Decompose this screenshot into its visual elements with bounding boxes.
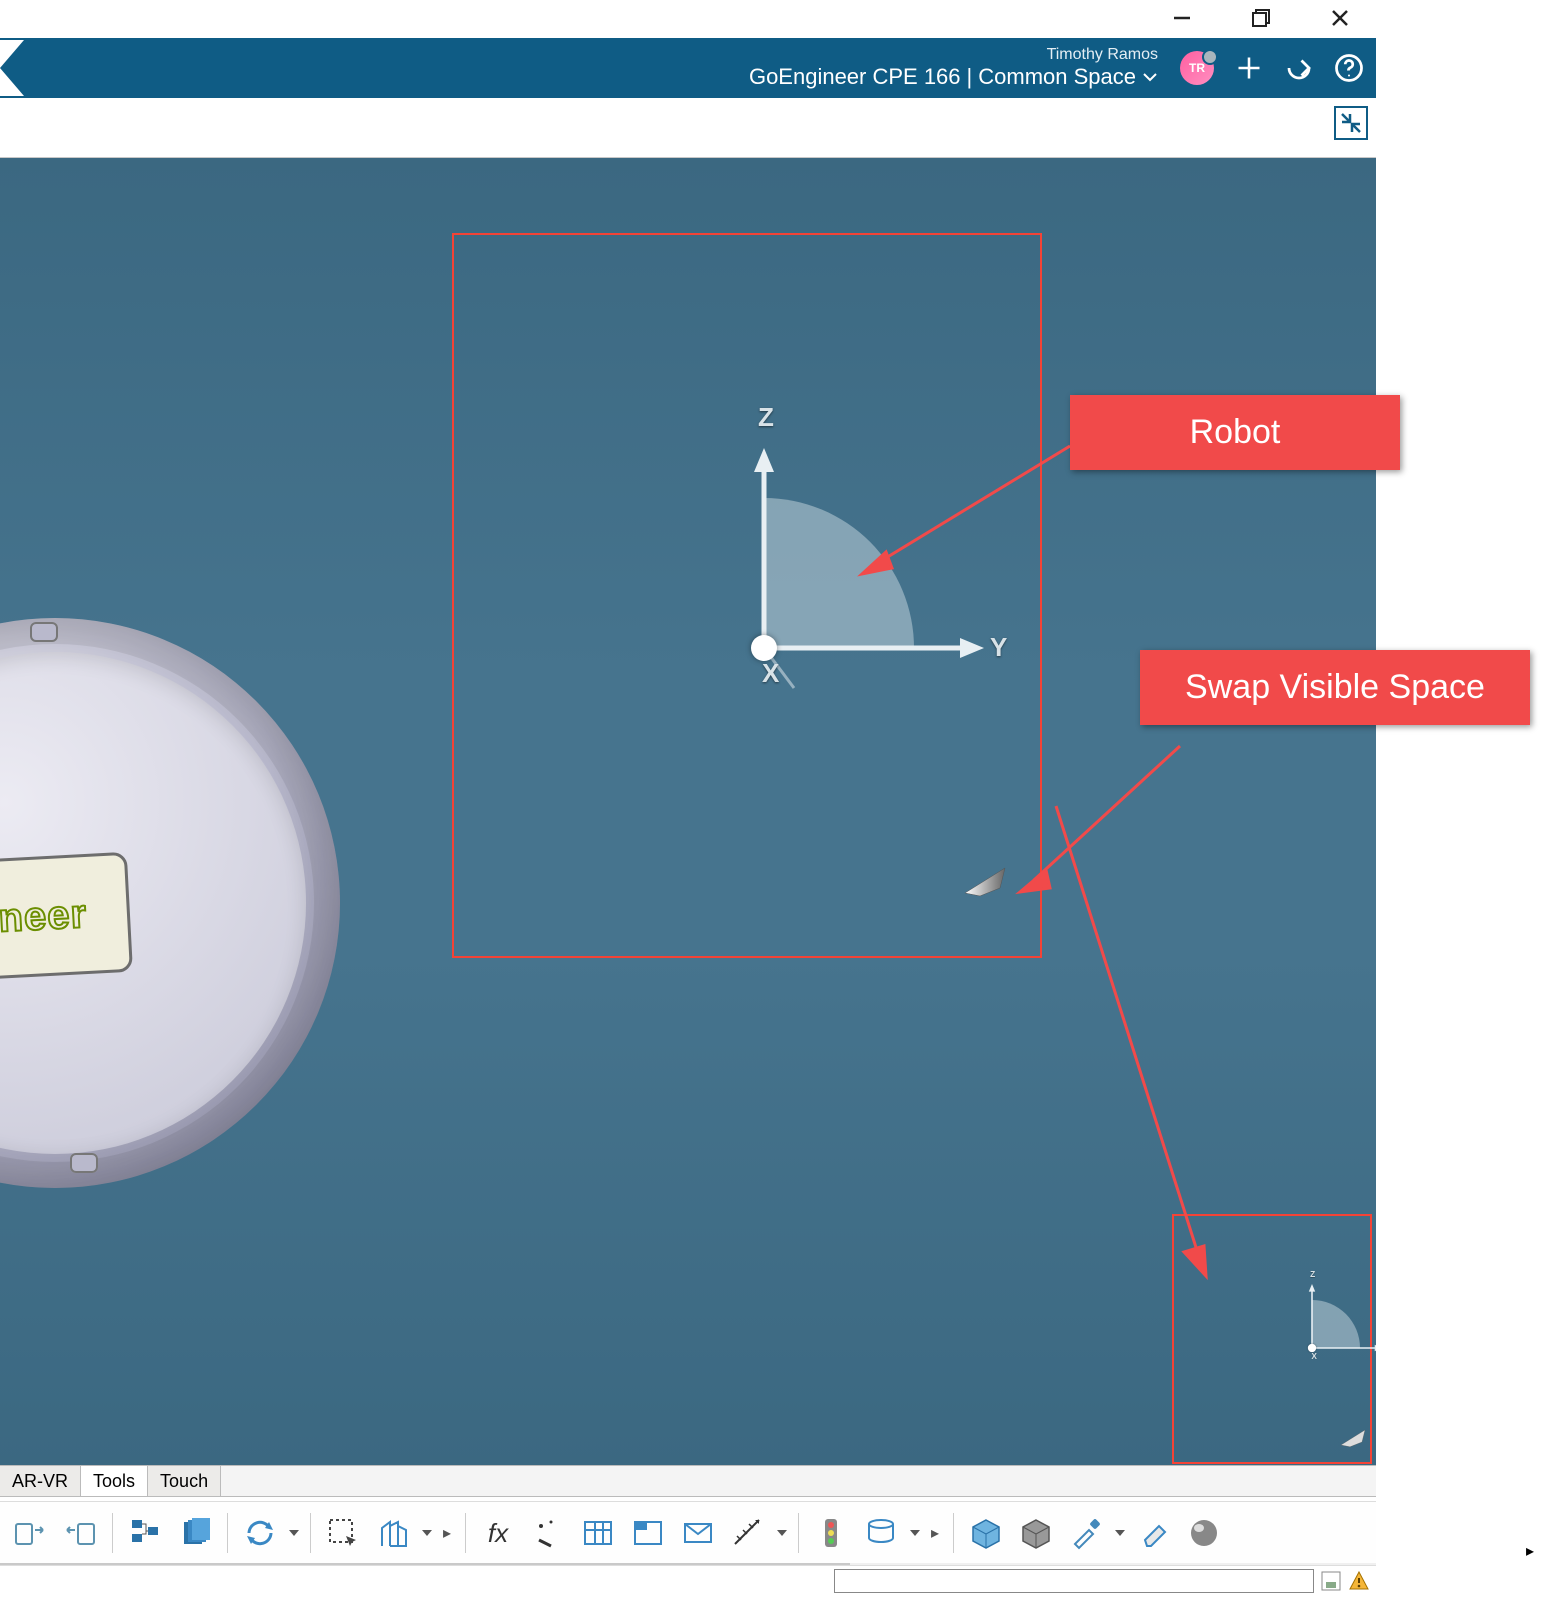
callout-swap: Swap Visible Space bbox=[1140, 650, 1530, 725]
tool-select-box-icon[interactable] bbox=[321, 1511, 365, 1555]
share-button[interactable] bbox=[1284, 53, 1314, 83]
dropdown-icon[interactable] bbox=[288, 1528, 300, 1538]
status-ok-icon[interactable] bbox=[1320, 1570, 1342, 1592]
breadcrumb-sep: | bbox=[967, 64, 973, 90]
help-button[interactable] bbox=[1334, 53, 1364, 83]
dropdown-icon[interactable] bbox=[1114, 1528, 1126, 1538]
tab-tools[interactable]: Tools bbox=[81, 1466, 148, 1496]
window-controls bbox=[1160, 0, 1362, 35]
chevron-down-icon bbox=[1142, 69, 1158, 85]
maximize-button[interactable] bbox=[1249, 6, 1273, 30]
callout-arrow-robot bbox=[856, 440, 1076, 580]
minimize-button[interactable] bbox=[1170, 6, 1194, 30]
tool-measure-icon[interactable] bbox=[726, 1511, 770, 1555]
tool-trafficlight-icon[interactable] bbox=[809, 1511, 853, 1555]
tool-eraser-icon[interactable] bbox=[1132, 1511, 1176, 1555]
tab-touch[interactable]: Touch bbox=[148, 1466, 221, 1496]
part-lug bbox=[70, 1153, 98, 1173]
tool-building-icon[interactable] bbox=[371, 1511, 415, 1555]
avatar[interactable]: TR bbox=[1180, 51, 1214, 85]
tool-database-icon[interactable] bbox=[859, 1511, 903, 1555]
tool-table-icon[interactable] bbox=[576, 1511, 620, 1555]
restore-icon bbox=[1340, 112, 1362, 134]
axis-label-x: X bbox=[762, 658, 779, 689]
sub-header bbox=[0, 98, 1376, 158]
scroll-right-arrow-icon[interactable]: ▸ bbox=[1526, 1541, 1534, 1561]
tool-cube-blue-icon[interactable] bbox=[964, 1511, 1008, 1555]
bottom-tabs: AR-VR Tools Touch bbox=[0, 1465, 1376, 1497]
axis-label-y: Y bbox=[990, 632, 1007, 663]
breadcrumb-org: GoEngineer CPE 166 bbox=[749, 64, 961, 90]
share-icon bbox=[1284, 53, 1314, 83]
tool-formula-icon[interactable]: fx bbox=[476, 1511, 520, 1555]
app-header: Timothy Ramos GoEngineer CPE 166 | Commo… bbox=[0, 38, 1376, 98]
tool-sphere-icon[interactable] bbox=[1182, 1511, 1226, 1555]
callout-robot: Robot bbox=[1070, 395, 1400, 470]
command-input[interactable] bbox=[834, 1569, 1314, 1593]
tool-cube-grey-icon[interactable] bbox=[1014, 1511, 1058, 1555]
expand-arrow-icon[interactable]: ▸ bbox=[927, 1523, 943, 1543]
expand-arrow-icon[interactable]: ▸ bbox=[439, 1523, 455, 1543]
part-label-text: gineer bbox=[0, 891, 88, 943]
tool-sparkle-icon[interactable] bbox=[526, 1511, 570, 1555]
callout-arrow-thumbnail bbox=[1050, 800, 1230, 1280]
part-lug bbox=[30, 622, 58, 642]
dropdown-icon[interactable] bbox=[776, 1528, 788, 1538]
tool-envelope-icon[interactable] bbox=[676, 1511, 720, 1555]
z-axis-icon bbox=[750, 448, 778, 648]
swap-visible-space-button[interactable] bbox=[960, 858, 1010, 898]
help-icon bbox=[1334, 53, 1364, 83]
bottom-toolbar: ▸ fx ▸ bbox=[0, 1501, 1376, 1565]
restore-viewport-button[interactable] bbox=[1334, 106, 1368, 140]
plus-icon bbox=[1235, 54, 1263, 82]
status-warning-icon[interactable] bbox=[1348, 1570, 1370, 1592]
tool-swap-right-icon[interactable] bbox=[58, 1511, 102, 1555]
add-button[interactable] bbox=[1234, 53, 1264, 83]
tool-table-cell-icon[interactable] bbox=[626, 1511, 670, 1555]
tool-swap-left-icon[interactable] bbox=[8, 1511, 52, 1555]
tool-eyedropper-icon[interactable] bbox=[1064, 1511, 1108, 1555]
dropdown-icon[interactable] bbox=[909, 1528, 921, 1538]
tool-tree-icon[interactable] bbox=[123, 1511, 167, 1555]
part-label-plate: gineer bbox=[0, 852, 133, 984]
tool-stack-icon[interactable] bbox=[173, 1511, 217, 1555]
breadcrumb[interactable]: GoEngineer CPE 166 | Common Space bbox=[749, 64, 1158, 90]
dropdown-icon[interactable] bbox=[421, 1528, 433, 1538]
axis-label-z: Z bbox=[758, 402, 774, 433]
status-bar bbox=[0, 1565, 1376, 1595]
user-name: Timothy Ramos bbox=[1047, 46, 1158, 64]
swap-visible-space-thumb-button[interactable] bbox=[1338, 1424, 1368, 1448]
breadcrumb-space: Common Space bbox=[978, 64, 1136, 90]
tab-arvr[interactable]: AR-VR bbox=[0, 1466, 81, 1496]
highlight-robot-area bbox=[452, 233, 1042, 958]
tool-refresh-icon[interactable] bbox=[238, 1511, 282, 1555]
close-button[interactable] bbox=[1328, 6, 1352, 30]
part-model[interactable]: gineer bbox=[0, 618, 340, 1188]
